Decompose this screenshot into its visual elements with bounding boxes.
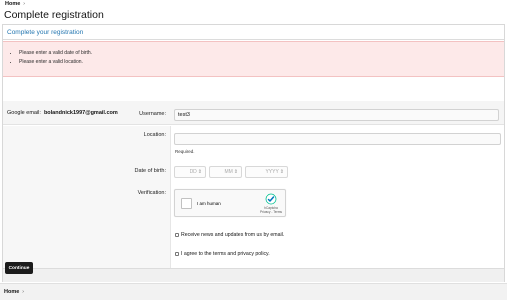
sort-arrows-icon: ⇕ (197, 169, 202, 175)
error-item: Please enter a valid location. (19, 59, 92, 65)
form-footer (3, 268, 504, 282)
captcha-brand: hCaptcha Privacy - Terms (260, 206, 282, 214)
dob-label: Date of birth: (134, 168, 167, 174)
username-input[interactable]: test3 (174, 109, 499, 121)
sort-arrows-icon: ⇕ (279, 169, 284, 175)
breadcrumb-home-link[interactable]: Home (5, 1, 20, 7)
dob-day-select[interactable]: DD ⇕ (174, 166, 206, 178)
google-email-label: Google email: (7, 109, 41, 116)
location-input[interactable] (174, 133, 501, 145)
news-checkbox[interactable] (175, 233, 179, 237)
location-hint: Required. (175, 149, 195, 154)
terms-checkbox-row[interactable]: I agree to the terms and privacy policy. (175, 251, 270, 257)
captcha-text: I am human (197, 201, 221, 206)
page-title: Complete registration (4, 9, 104, 21)
google-email-value: bolandnick1997@gmail.com (43, 109, 118, 116)
captcha-widget: I am human hCaptcha Privacy - Terms (174, 189, 286, 217)
error-message-box: Please enter a valid date of birth. Plea… (3, 41, 504, 77)
terms-checkbox[interactable] (175, 252, 179, 256)
block-header: Complete your registration (3, 25, 504, 40)
verification-label: Verification: (137, 190, 166, 196)
footer-breadcrumb: Home › (0, 283, 507, 300)
hcaptcha-logo-icon (265, 193, 277, 205)
dob-month-select[interactable]: MM ⇕ (209, 166, 242, 178)
username-label: Username: (139, 111, 166, 117)
chevron-right-icon: › (22, 289, 24, 295)
chevron-right-icon: › (23, 1, 25, 7)
news-checkbox-label: Receive news and updates from us by emai… (181, 232, 285, 238)
dob-year-select[interactable]: YYYY ⇕ (245, 166, 288, 178)
location-label: Location: (143, 132, 166, 138)
error-item: Please enter a valid date of birth. (19, 50, 92, 56)
breadcrumb: Home › (5, 0, 25, 8)
sort-arrows-icon: ⇕ (233, 169, 238, 175)
error-list: Please enter a valid date of birth. Plea… (14, 50, 92, 67)
captcha-links[interactable]: Privacy - Terms (260, 210, 282, 214)
footer-breadcrumb-home-link[interactable]: Home (4, 289, 19, 295)
terms-checkbox-label: I agree to the terms and privacy policy. (181, 251, 270, 257)
continue-button[interactable]: Continue (5, 262, 33, 274)
label-column (3, 126, 171, 268)
captcha-checkbox[interactable] (181, 198, 192, 209)
news-checkbox-row[interactable]: Receive news and updates from us by emai… (175, 232, 284, 238)
registration-block: Complete your registration Please enter … (2, 24, 505, 282)
